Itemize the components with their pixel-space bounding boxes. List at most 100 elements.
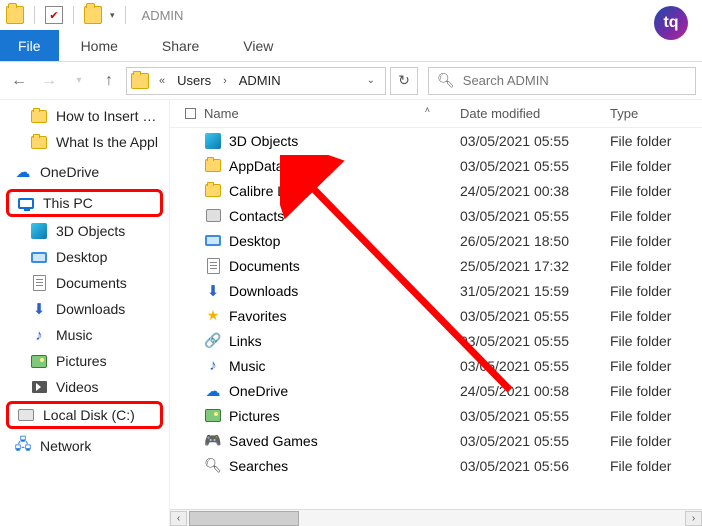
row-name-cell[interactable]: ☁OneDrive [200,382,460,400]
file-name: Desktop [229,233,280,249]
file-tab[interactable]: File [0,30,59,61]
tree-item[interactable]: 3D Objects [0,218,169,244]
links-icon: 🔗 [204,332,222,350]
select-all-checkbox[interactable] [180,108,200,119]
row-name-cell[interactable]: Calibre Li [200,182,460,200]
file-row[interactable]: 🔍︎Searches03/05/2021 05:56File folder [170,453,702,478]
sort-indicator-icon: ˄ [425,105,430,115]
row-name-cell[interactable]: Documents [200,257,460,275]
breadcrumb-admin[interactable]: ADMIN [233,73,287,88]
tree-item[interactable]: 🖧Network [0,433,169,459]
file-row[interactable]: 3D Objects03/05/2021 05:55File folder [170,128,702,153]
contacts-icon [204,207,222,225]
row-name-cell[interactable]: 🎮Saved Games [200,432,460,450]
tree-item[interactable]: What Is the Appl [0,129,169,155]
tree-item[interactable]: Local Disk (C:) [6,401,163,429]
up-button[interactable]: ↑ [96,68,122,94]
file-name: Downloads [229,283,298,299]
row-name-cell[interactable]: Contacts [200,207,460,225]
horizontal-scrollbar[interactable]: ‹ › [170,509,702,526]
tree-item-label: Network [40,438,91,454]
tree-item-label: Pictures [56,353,107,369]
folder-icon [204,157,222,175]
tree-item-label: Desktop [56,249,107,265]
column-date[interactable]: Date modified [460,106,610,121]
qat-properties-button[interactable]: ✔ [45,6,63,24]
file-row[interactable]: Calibre Li24/05/2021 00:38File folder [170,178,702,203]
row-name-cell[interactable]: Pictures [200,407,460,425]
recent-dropdown[interactable]: ▾ [66,68,92,94]
forward-button[interactable]: → [36,68,62,94]
documents-icon [30,274,48,292]
tree-item-label: Music [56,327,93,343]
qat-open-folder-icon[interactable] [84,6,102,24]
column-headers: Name˄ Date modified Type [170,100,702,128]
search-box[interactable]: 🔍︎ [428,67,696,95]
scroll-right-button[interactable]: › [685,511,702,526]
navigation-tree[interactable]: How to Insert a SWhat Is the Appl ☁OneDri… [0,100,170,526]
search-input[interactable] [463,73,687,88]
tree-item[interactable]: ☁OneDrive [0,159,169,185]
file-row[interactable]: Desktop26/05/2021 18:50File folder [170,228,702,253]
breadcrumb-users[interactable]: Users [171,73,217,88]
tree-item[interactable]: Pictures [0,348,169,374]
tree-item[interactable]: Videos [0,374,169,400]
row-name-cell[interactable]: AppData [200,157,460,175]
tab-home[interactable]: Home [59,30,140,61]
row-name-cell[interactable]: 🔍︎Searches [200,457,460,475]
file-row[interactable]: ⬇Downloads31/05/2021 15:59File folder [170,278,702,303]
file-date: 03/05/2021 05:55 [460,358,610,374]
refresh-button[interactable]: ↻ [390,67,418,95]
tab-view[interactable]: View [221,30,295,61]
qat-dropdown-icon[interactable]: ▾ [110,10,115,21]
watermark-badge: tq [654,6,688,40]
breadcrumb-separator-icon[interactable]: › [219,75,231,87]
file-row[interactable]: AppData03/05/2021 05:55File folder [170,153,702,178]
file-row[interactable]: ★Favorites03/05/2021 05:55File folder [170,303,702,328]
row-name-cell[interactable]: ⬇Downloads [200,282,460,300]
file-row[interactable]: ♪Music03/05/2021 05:55File folder [170,353,702,378]
tree-item[interactable]: How to Insert a S [0,103,169,129]
tree-item[interactable]: ⬇Downloads [0,296,169,322]
file-type: File folder [610,208,702,224]
file-type: File folder [610,283,702,299]
tree-item[interactable]: This PC [6,189,163,217]
row-name-cell[interactable]: Desktop [200,232,460,250]
file-name: Calibre Li [229,183,288,199]
row-name-cell[interactable]: 3D Objects [200,132,460,150]
window-title: ADMIN [142,8,184,23]
file-row[interactable]: Documents25/05/2021 17:32File folder [170,253,702,278]
tab-share[interactable]: Share [140,30,221,61]
folder-icon [204,182,222,200]
row-name-cell[interactable]: ♪Music [200,357,460,375]
address-bar[interactable]: « Users › ADMIN ⌄ [126,67,386,95]
file-date: 03/05/2021 05:55 [460,208,610,224]
breadcrumb-separator-icon[interactable]: « [155,75,169,87]
address-dropdown-icon[interactable]: ⌄ [361,75,381,86]
qat-folder-icon[interactable] [6,6,24,24]
tree-item[interactable]: Documents [0,270,169,296]
file-list[interactable]: 3D Objects03/05/2021 05:55File folderApp… [170,128,702,509]
file-name: AppData [229,158,283,174]
file-row[interactable]: ☁OneDrive24/05/2021 00:58File folder [170,378,702,403]
column-type[interactable]: Type [610,106,702,121]
search-icon: 🔍︎ [437,72,455,89]
column-name[interactable]: Name˄ [200,106,460,121]
back-button[interactable]: ← [6,68,32,94]
music-icon: ♪ [204,357,222,375]
row-name-cell[interactable]: 🔗Links [200,332,460,350]
file-date: 03/05/2021 05:55 [460,308,610,324]
tree-item[interactable]: Desktop [0,244,169,270]
file-row[interactable]: 🎮Saved Games03/05/2021 05:55File folder [170,428,702,453]
scroll-left-button[interactable]: ‹ [170,511,187,526]
file-date: 31/05/2021 15:59 [460,283,610,299]
file-row[interactable]: 🔗Links03/05/2021 05:55File folder [170,328,702,353]
qat-separator [73,6,74,24]
file-date: 03/05/2021 05:55 [460,133,610,149]
file-row[interactable]: Contacts03/05/2021 05:55File folder [170,203,702,228]
tree-item[interactable]: ♪Music [0,322,169,348]
row-name-cell[interactable]: ★Favorites [200,307,460,325]
file-type: File folder [610,183,702,199]
file-row[interactable]: Pictures03/05/2021 05:55File folder [170,403,702,428]
scroll-thumb[interactable] [189,511,299,526]
